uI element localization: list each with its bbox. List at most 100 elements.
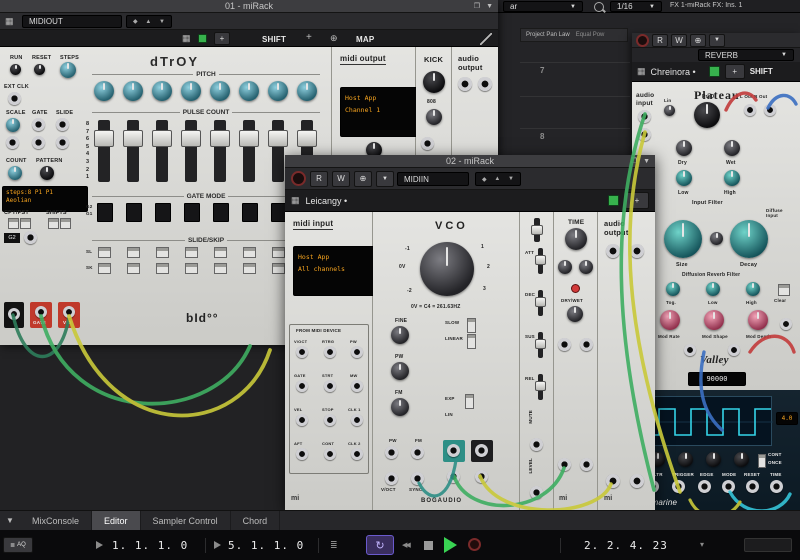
mix-out-jack[interactable] — [580, 458, 593, 471]
caret-icon[interactable]: ▾ — [700, 540, 704, 549]
size-knob[interactable] — [664, 220, 702, 258]
tab-chord[interactable]: Chord — [231, 511, 281, 531]
window-icon[interactable]: ❐ — [474, 2, 480, 10]
reset-jack[interactable] — [746, 480, 759, 493]
stop-button[interactable] — [424, 541, 433, 550]
gate-mode-display-1[interactable] — [97, 203, 113, 222]
mode-jack[interactable] — [722, 480, 735, 493]
midiin-stepper[interactable]: ◆ ▲ ▼ — [475, 172, 521, 186]
tab-editor[interactable]: Editor — [92, 511, 141, 531]
arrow-up-icon[interactable]: ▲ — [494, 176, 500, 182]
pitch-knob-3[interactable] — [152, 81, 172, 101]
gate-jack[interactable] — [32, 118, 45, 131]
shift-button[interactable]: SHIFT — [750, 67, 773, 76]
tog-knob[interactable] — [666, 282, 680, 296]
slide-toggle-7[interactable] — [272, 247, 285, 258]
midiout-selector[interactable]: MIDIOUT — [22, 15, 122, 28]
count-knob[interactable] — [8, 166, 22, 180]
record-button[interactable] — [468, 538, 481, 551]
preset-menu-button[interactable]: ▼ — [709, 34, 725, 47]
midiin-selector[interactable]: MIDIIN — [397, 172, 469, 186]
mix-in-jack[interactable] — [558, 458, 571, 471]
rack-grid-icon[interactable]: ▦ — [182, 33, 191, 44]
vo-out-jack[interactable] — [63, 306, 75, 318]
mod-rate-knob[interactable] — [660, 310, 680, 330]
grid-icon[interactable]: ▦ — [291, 195, 300, 206]
pw-input-jack[interactable] — [385, 446, 398, 459]
clock-out-jack[interactable] — [8, 308, 20, 320]
transport-menu-icon[interactable]: ≣ — [330, 540, 338, 551]
mix-led-button[interactable] — [571, 284, 580, 293]
window2-titlebar[interactable]: 02 - miRack ❐ ▼ — [285, 155, 655, 168]
skip-toggle-3[interactable] — [156, 263, 169, 274]
mod-depth-knob[interactable] — [748, 310, 768, 330]
linear-switch[interactable] — [467, 334, 476, 349]
audio-in-left-jack[interactable] — [606, 474, 620, 488]
slide-toggle-6[interactable] — [243, 247, 256, 258]
mix-jack-2[interactable] — [580, 338, 593, 351]
sync-input-jack[interactable] — [411, 472, 424, 485]
time-knob[interactable] — [565, 228, 587, 250]
voct-input-jack[interactable] — [385, 472, 398, 485]
skip-toggle-4[interactable] — [185, 263, 198, 274]
jack[interactable] — [6, 136, 19, 149]
scale-knob[interactable] — [6, 118, 20, 132]
strt-out-jack[interactable] — [324, 380, 336, 392]
pulse-slider-3[interactable] — [156, 120, 168, 182]
low-cut-knob[interactable] — [676, 170, 692, 186]
pred-knob[interactable] — [694, 102, 720, 128]
clk2-out-jack[interactable] — [351, 448, 363, 460]
tab-mixconsole[interactable]: MixConsole — [20, 511, 92, 531]
pitch-knob-2[interactable] — [123, 81, 143, 101]
audio-in-right-jack[interactable] — [630, 474, 644, 488]
wrench-icon[interactable] — [480, 33, 492, 45]
window-menu-icon[interactable]: ▼ — [486, 3, 493, 10]
high-cut-knob[interactable] — [724, 170, 740, 186]
read-button[interactable]: R — [310, 171, 328, 187]
scope-knob-4[interactable] — [734, 452, 749, 467]
edge-jack[interactable] — [698, 480, 711, 493]
gate-mode-display-5[interactable] — [213, 203, 229, 222]
add-module-button[interactable]: + — [214, 32, 230, 45]
fine-knob[interactable] — [391, 326, 409, 344]
plateau-out-left-jack[interactable] — [744, 104, 756, 116]
bypass-button[interactable]: ⊕ — [354, 171, 372, 187]
saw-out-jack[interactable] — [475, 444, 488, 457]
plateau-in-right-jack[interactable] — [638, 128, 651, 141]
pitch-knob-8[interactable] — [297, 81, 317, 101]
pw-out-jack[interactable] — [351, 346, 363, 358]
level-jack[interactable] — [530, 486, 543, 499]
collapse-icon[interactable]: ▼ — [0, 516, 20, 525]
window-menu-icon[interactable]: ▼ — [643, 158, 650, 165]
skip-toggle-5[interactable] — [214, 263, 227, 274]
rtrg-out-jack[interactable] — [324, 346, 336, 358]
position-display[interactable]: 1. 1. 1. 0 — [112, 539, 188, 552]
pattern-knob[interactable] — [40, 166, 54, 180]
grid-icon[interactable]: ▦ — [637, 66, 646, 77]
kick-pitch-knob[interactable] — [423, 71, 445, 93]
pitch-knob-1[interactable] — [94, 81, 114, 101]
gate-mode-display-6[interactable] — [242, 203, 258, 222]
vco-octave-knob[interactable] — [420, 242, 474, 296]
shift-right-button[interactable] — [60, 218, 71, 229]
pulse-slider-7[interactable] — [272, 120, 284, 182]
secondary-position-display[interactable]: 2. 2. 4. 23 — [584, 539, 668, 552]
dec-slider[interactable] — [538, 290, 543, 316]
clear-button[interactable] — [778, 284, 790, 296]
g2-jack[interactable] — [24, 231, 37, 244]
audio-out-left-jack[interactable] — [458, 77, 472, 91]
rewind-icon[interactable]: ◀◀ — [402, 541, 409, 549]
quantize-dropdown[interactable]: 1/16 ▼ — [610, 1, 662, 12]
write-button[interactable]: W — [332, 171, 350, 187]
skip-toggle-2[interactable] — [127, 263, 140, 274]
pulse-slider-2[interactable] — [127, 120, 139, 182]
arrow-up-icon[interactable]: ▲ — [145, 19, 151, 25]
gate-mode-display-4[interactable] — [184, 203, 200, 222]
paste-button[interactable] — [20, 218, 31, 229]
mix-knob-2[interactable] — [579, 260, 593, 274]
audio-out-right-jack[interactable] — [478, 77, 492, 91]
clk1-out-jack[interactable] — [351, 414, 363, 426]
jack[interactable] — [32, 136, 45, 149]
scope-knob-2[interactable] — [678, 452, 693, 467]
lin-knob[interactable] — [664, 105, 675, 116]
